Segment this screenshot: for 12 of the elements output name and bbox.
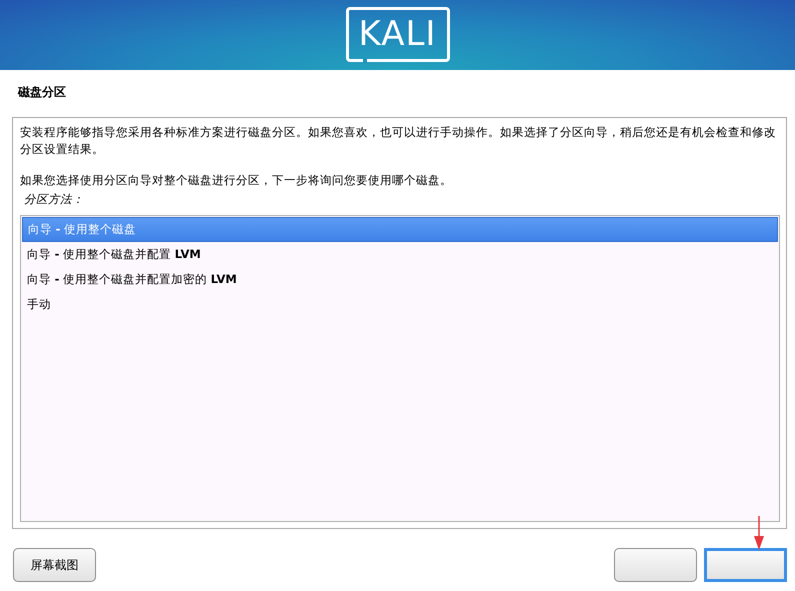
- list-item[interactable]: 向导 - 使用整个磁盘并配置加密的 LVM: [22, 267, 778, 292]
- list-item[interactable]: 向导 - 使用整个磁盘并配置 LVM: [22, 242, 778, 267]
- page-title: 磁盘分区: [16, 84, 67, 101]
- logo: KALI: [346, 6, 450, 62]
- back-button[interactable]: [614, 548, 697, 582]
- screenshot-button[interactable]: 屏幕截图: [13, 548, 96, 582]
- list-label: 分区方法：: [23, 191, 85, 208]
- description-text: 如果您选择使用分区向导对整个磁盘进行分区，下一步将询问您要使用哪个磁盘。: [20, 172, 453, 189]
- description-text: 安装程序能够指导您采用各种标准方案进行磁盘分区。如果您喜欢，也可以进行手动操作。如果选择了分区向导，稍后您还是有机会检查和修改分区设置结果。: [20, 124, 777, 158]
- list-item[interactable]: 手动: [22, 292, 778, 317]
- annotation-arrow: [754, 516, 764, 550]
- continue-button[interactable]: [704, 548, 787, 582]
